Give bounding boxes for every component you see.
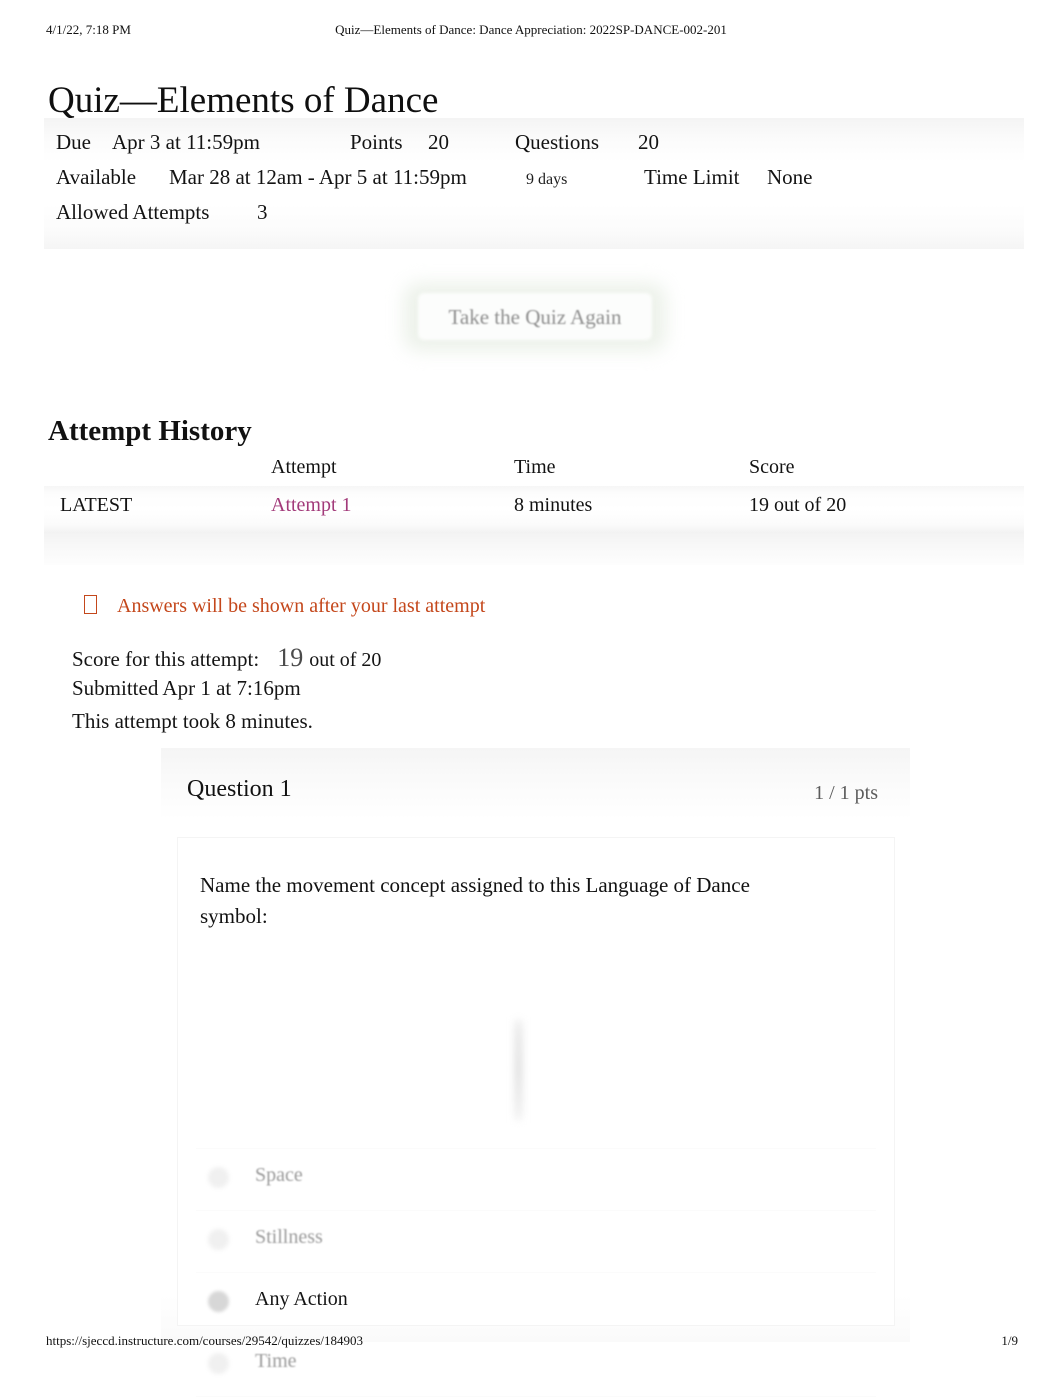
time-limit-value: None — [767, 165, 813, 189]
print-footer-url: https://sjeccd.instructure.com/courses/2… — [46, 1333, 363, 1348]
answer-option-label: Stillness — [255, 1226, 323, 1248]
answer-option-stillness[interactable]: Stillness — [196, 1211, 876, 1273]
print-page-title: Quiz—Elements of Dance: Dance Appreciati… — [335, 22, 727, 37]
answer-option-any-action[interactable]: Any Action — [196, 1273, 876, 1335]
language-of-dance-symbol-image — [508, 1020, 530, 1120]
print-footer-page-number: 1/9 — [1001, 1333, 1018, 1348]
table-header-row: Attempt Time Score — [44, 448, 1024, 486]
attempt-latest-marker: LATEST — [60, 494, 133, 516]
allowed-attempts-value: 3 — [257, 200, 268, 224]
score-label: Score for this attempt: — [72, 647, 260, 671]
answer-option-space[interactable]: Space — [196, 1148, 876, 1211]
attempt-link[interactable]: Attempt 1 — [271, 494, 352, 516]
attempt-score: 19 out of 20 — [749, 494, 847, 516]
answers-notice-text: Answers will be shown after your last at… — [117, 595, 486, 617]
radio-icon[interactable] — [208, 1353, 229, 1374]
available-duration: 9 days — [526, 171, 568, 188]
time-limit-label: Time Limit — [644, 165, 740, 189]
questions-label: Questions — [515, 130, 599, 154]
answer-option-label: Time — [255, 1350, 297, 1372]
answers-notice: Answers will be shown after your last at… — [84, 595, 485, 618]
question-body: Name the movement concept assigned to th… — [178, 838, 894, 1397]
column-header-attempt: Attempt — [271, 456, 337, 478]
question-text: Name the movement concept assigned to th… — [200, 873, 750, 928]
due-value: Apr 3 at 11:59pm — [112, 130, 260, 154]
question-title: Question 1 — [187, 776, 292, 802]
take-quiz-again-button[interactable]: Take the Quiz Again — [404, 283, 666, 351]
question-points: 1 / 1 pts — [814, 782, 878, 804]
warning-box-icon — [84, 595, 97, 614]
print-header: 4/1/22, 7:18 PM Quiz—Elements of Dance: … — [0, 22, 1062, 44]
question-card: Question 1 1 / 1 pts Name the movement c… — [161, 748, 910, 1397]
radio-icon[interactable] — [208, 1229, 229, 1250]
points-value: 20 — [428, 130, 449, 154]
available-value: Mar 28 at 12am - Apr 5 at 11:59pm — [169, 165, 467, 189]
radio-icon[interactable] — [208, 1167, 229, 1188]
question-header: Question 1 1 / 1 pts — [161, 762, 910, 824]
meta-row-available: Available Mar 28 at 12am - Apr 5 at 11:5… — [44, 165, 1024, 200]
questions-value: 20 — [638, 130, 659, 154]
quiz-metadata-block: Due Apr 3 at 11:59pm Points 20 Questions… — [44, 118, 1024, 249]
take-quiz-again-label: Take the Quiz Again — [448, 304, 622, 329]
available-label: Available — [56, 165, 137, 189]
duration-line: This attempt took 8 minutes. — [72, 709, 313, 733]
column-header-score: Score — [749, 456, 795, 478]
attempt-history-table: Attempt Time Score LATEST Attempt 1 8 mi… — [44, 448, 1024, 565]
score-out-of: out of 20 — [309, 649, 382, 671]
meta-row-due: Due Apr 3 at 11:59pm Points 20 Questions… — [44, 130, 1024, 165]
attempt-time: 8 minutes — [514, 494, 593, 516]
column-header-time: Time — [514, 456, 556, 478]
answer-option-label: Space — [255, 1164, 303, 1186]
score-summary: Score for this attempt: 19 out of 20 Submi… — [72, 643, 381, 742]
answer-options-list: Space Stillness Any Action Time — [196, 1148, 876, 1397]
meta-row-attempts: Allowed Attempts 3 — [44, 200, 1024, 235]
submitted-line: Submitted Apr 1 at 7:16pm — [72, 676, 301, 700]
score-value: 19 — [277, 643, 304, 672]
answer-option-label: Any Action — [255, 1288, 348, 1310]
attempt-history-heading: Attempt History — [48, 415, 252, 448]
due-label: Due — [56, 130, 91, 154]
score-line: Score for this attempt: 19 out of 20 — [72, 643, 381, 676]
radio-selected-icon[interactable] — [208, 1291, 229, 1312]
table-footer-band — [44, 533, 1024, 565]
points-label: Points — [350, 130, 403, 154]
table-row: LATEST Attempt 1 8 minutes 19 out of 20 — [44, 486, 1024, 533]
page-title: Quiz—Elements of Dance — [48, 79, 439, 121]
symbol-stroke — [515, 1020, 522, 1120]
print-footer: https://sjeccd.instructure.com/courses/2… — [0, 1333, 1062, 1353]
allowed-attempts-label: Allowed Attempts — [56, 200, 210, 224]
